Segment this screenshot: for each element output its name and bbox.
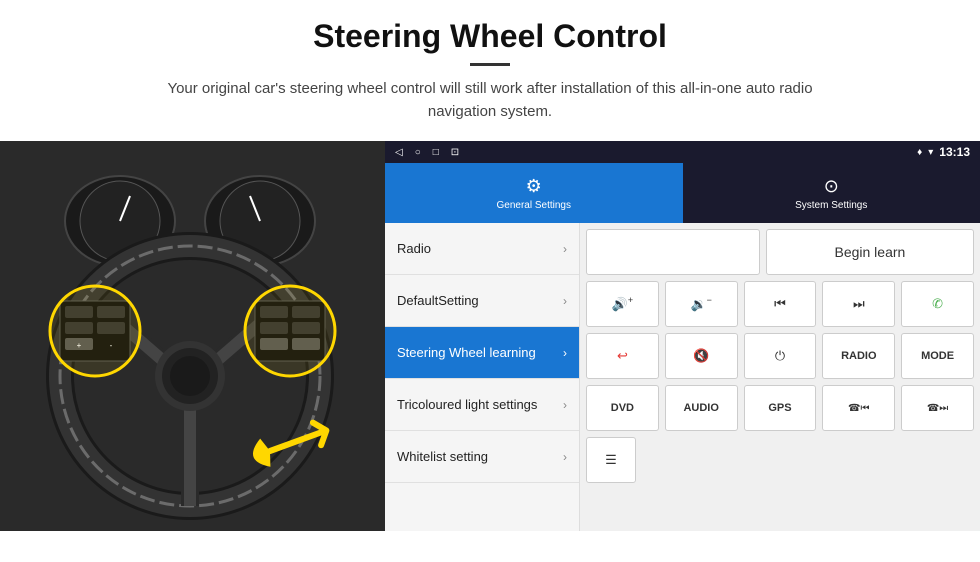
control-row-2: ↩ 🔇 ⏻ RADIO MODE bbox=[586, 333, 974, 379]
radio-button[interactable]: RADIO bbox=[822, 333, 895, 379]
status-bar: ◁ ○ □ ⊡ ♦ ▾ 13:13 bbox=[385, 141, 980, 163]
gps-button[interactable]: GPS bbox=[744, 385, 817, 431]
tab-general-label: General Settings bbox=[497, 200, 572, 211]
android-panel: ◁ ○ □ ⊡ ♦ ▾ 13:13 ⚙ General Settings ⊙ S… bbox=[385, 141, 980, 531]
tel-next-icon: ☎⏭ bbox=[927, 403, 948, 414]
menu-item-steering[interactable]: Steering Wheel learning › bbox=[385, 327, 579, 379]
control-row-1: 🔊+ 🔉− ⏮ ⏭ ✆ bbox=[586, 281, 974, 327]
vol-up-button[interactable]: 🔊+ bbox=[586, 281, 659, 327]
phone-icon: ✆ bbox=[932, 296, 943, 312]
begin-learn-row: Begin learn bbox=[586, 229, 974, 275]
recent-icon[interactable]: □ bbox=[433, 147, 439, 158]
vol-up-icon: 🔊+ bbox=[612, 295, 633, 312]
menu-steering-label: Steering Wheel learning bbox=[397, 345, 563, 361]
phone-answer-button[interactable]: ✆ bbox=[901, 281, 974, 327]
steering-wheel-panel: + - bbox=[0, 141, 385, 531]
page-title: Steering Wheel Control bbox=[40, 18, 940, 55]
audio-button[interactable]: AUDIO bbox=[665, 385, 738, 431]
content-area: Radio › DefaultSetting › Steering Wheel … bbox=[385, 223, 980, 531]
tel-prev-icon: ☎⏮ bbox=[848, 403, 869, 414]
home-icon[interactable]: ○ bbox=[415, 147, 421, 158]
steering-wheel-bg: + - bbox=[0, 141, 385, 531]
page-header: Steering Wheel Control Your original car… bbox=[0, 0, 980, 133]
phone-hangup-button[interactable]: ↩ bbox=[586, 333, 659, 379]
dvd-button[interactable]: DVD bbox=[586, 385, 659, 431]
next-track-button[interactable]: ⏭ bbox=[822, 281, 895, 327]
status-bar-info: ♦ ▾ 13:13 bbox=[917, 145, 970, 159]
gps-label: GPS bbox=[768, 402, 791, 414]
location-icon: ♦ bbox=[917, 147, 922, 158]
tab-general-settings[interactable]: ⚙ General Settings bbox=[385, 163, 683, 223]
control-panel: Begin learn 🔊+ 🔉− ⏮ ⏭ bbox=[580, 223, 980, 531]
vol-down-icon: 🔉− bbox=[690, 295, 711, 312]
audio-label: AUDIO bbox=[683, 402, 718, 414]
tab-bar: ⚙ General Settings ⊙ System Settings bbox=[385, 163, 980, 223]
menu-icon[interactable]: ⊡ bbox=[451, 147, 459, 158]
tab-system-label: System Settings bbox=[795, 200, 867, 211]
status-bar-nav: ◁ ○ □ ⊡ bbox=[395, 147, 459, 158]
tab-system-settings[interactable]: ⊙ System Settings bbox=[683, 163, 980, 223]
hangup-icon: ↩ bbox=[617, 348, 628, 364]
tel-prev-button[interactable]: ☎⏮ bbox=[822, 385, 895, 431]
tel-next-button[interactable]: ☎⏭ bbox=[901, 385, 974, 431]
power-icon: ⏻ bbox=[775, 348, 785, 364]
menu-tricoloured-label: Tricoloured light settings bbox=[397, 397, 563, 413]
menu-item-default[interactable]: DefaultSetting › bbox=[385, 275, 579, 327]
list-icon: ☰ bbox=[605, 452, 617, 468]
empty-field bbox=[586, 229, 760, 275]
menu-radio-label: Radio bbox=[397, 241, 563, 257]
chevron-right-icon: › bbox=[563, 398, 567, 412]
radio-label: RADIO bbox=[841, 350, 876, 362]
back-icon[interactable]: ◁ bbox=[395, 147, 403, 158]
menu-item-tricoloured[interactable]: Tricoloured light settings › bbox=[385, 379, 579, 431]
chevron-right-icon: › bbox=[563, 346, 567, 360]
prev-track-button[interactable]: ⏮ bbox=[744, 281, 817, 327]
steering-wheel-svg: + - bbox=[0, 141, 385, 531]
control-row-4: ☰ bbox=[586, 437, 974, 483]
chevron-right-icon: › bbox=[563, 242, 567, 256]
menu-list: Radio › DefaultSetting › Steering Wheel … bbox=[385, 223, 580, 531]
mute-button[interactable]: 🔇 bbox=[665, 333, 738, 379]
next-track-icon: ⏭ bbox=[853, 296, 865, 312]
mode-label: MODE bbox=[921, 350, 954, 362]
menu-default-label: DefaultSetting bbox=[397, 293, 563, 309]
mode-button[interactable]: MODE bbox=[901, 333, 974, 379]
main-content: + - bbox=[0, 141, 980, 531]
wifi-icon: ▾ bbox=[928, 147, 933, 158]
gear-icon: ⚙ bbox=[526, 176, 542, 197]
menu-item-whitelist[interactable]: Whitelist setting › bbox=[385, 431, 579, 483]
chevron-right-icon: › bbox=[563, 450, 567, 464]
chevron-right-icon: › bbox=[563, 294, 567, 308]
prev-track-icon: ⏮ bbox=[774, 296, 786, 312]
begin-learn-button[interactable]: Begin learn bbox=[766, 229, 974, 275]
status-time: 13:13 bbox=[939, 145, 970, 159]
control-row-3: DVD AUDIO GPS ☎⏮ ☎⏭ bbox=[586, 385, 974, 431]
dvd-label: DVD bbox=[611, 402, 634, 414]
globe-icon: ⊙ bbox=[824, 176, 839, 197]
page-subtitle: Your original car's steering wheel contr… bbox=[140, 78, 840, 123]
power-button[interactable]: ⏻ bbox=[744, 333, 817, 379]
title-divider bbox=[470, 63, 510, 66]
vol-down-button[interactable]: 🔉− bbox=[665, 281, 738, 327]
mute-icon: 🔇 bbox=[693, 348, 709, 364]
menu-whitelist-label: Whitelist setting bbox=[397, 449, 563, 465]
menu-item-radio[interactable]: Radio › bbox=[385, 223, 579, 275]
list-button[interactable]: ☰ bbox=[586, 437, 636, 483]
